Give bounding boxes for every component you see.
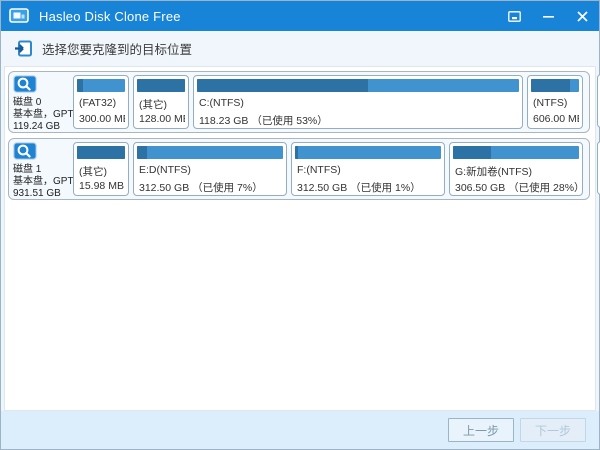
menu-icon [508, 11, 521, 22]
partition-box[interactable]: G:新加卷(NTFS) 306.50 GB （已使用 28%） [449, 142, 583, 196]
partition-label: (FAT32) [79, 97, 116, 109]
partition-usage-bar [453, 146, 579, 159]
partition-used-bar [295, 146, 298, 159]
partition-usage-bar [137, 79, 185, 92]
partition-used-bar [77, 79, 83, 92]
disk-size: 119.24 GB [13, 121, 73, 133]
partition-list: (其它) 15.98 MB E:D(NTFS) 312.50 GB （已使用 7… [73, 139, 583, 199]
disk-list: 磁盘 0 基本盘，GPT 119.24 GB (FAT32) 300.00 MB… [7, 71, 600, 205]
disk-row-wrap: 磁盘 0 基本盘，GPT 119.24 GB (FAT32) 300.00 MB… [7, 71, 600, 134]
partition-used-bar [77, 146, 125, 159]
disk-size: 931.51 GB [13, 188, 73, 200]
close-icon [577, 11, 588, 22]
disk-row-wrap: 磁盘 1 基本盘，GPT 931.51 GB (其它) 15.98 MB E:D… [7, 138, 600, 201]
partition-usage-bar [137, 146, 283, 159]
partition-label: C:(NTFS) [199, 97, 244, 109]
partition-box[interactable]: C:(NTFS) 118.23 GB （已使用 53%） [193, 75, 523, 129]
partition-size: 312.50 GB （已使用 1%） [297, 180, 421, 195]
partition-label: (NTFS) [533, 97, 567, 109]
minimize-icon [543, 11, 554, 22]
step-header: 选择您要克隆到的目标位置 [1, 31, 599, 66]
partition-size: 15.98 MB [79, 180, 124, 192]
partition-label: E:D(NTFS) [139, 164, 191, 176]
partition-label: (其它) [139, 97, 167, 112]
disk-row[interactable]: 磁盘 1 基本盘，GPT 931.51 GB (其它) 15.98 MB E:D… [8, 138, 590, 200]
disk-name: 磁盘 0 [13, 97, 73, 109]
partition-box[interactable]: (FAT32) 300.00 MB ... [73, 75, 129, 129]
target-location-icon [15, 40, 32, 57]
partition-size: 606.00 MB ... [533, 113, 579, 125]
partition-box[interactable]: (NTFS) 606.00 MB ... [527, 75, 583, 129]
disk-row[interactable]: 磁盘 0 基本盘，GPT 119.24 GB (FAT32) 300.00 MB… [8, 71, 590, 133]
main-panel: 磁盘 0 基本盘，GPT 119.24 GB (FAT32) 300.00 MB… [4, 66, 596, 411]
disk-info: 磁盘 1 基本盘，GPT 931.51 GB [9, 139, 73, 199]
partition-size: 306.50 GB （已使用 28%） [455, 180, 579, 195]
footer-bar: 上一步 下一步 [1, 411, 599, 449]
partition-box[interactable]: (其它) 128.00 MB [133, 75, 189, 129]
partition-size: 118.23 GB （已使用 53%） [199, 113, 328, 128]
partition-used-bar [197, 79, 368, 92]
app-icon [9, 8, 29, 24]
partition-box[interactable]: E:D(NTFS) 312.50 GB （已使用 7%） [133, 142, 287, 196]
partition-label: F:(NTFS) [297, 164, 341, 176]
partition-usage-bar [531, 79, 579, 92]
partition-usage-bar [295, 146, 441, 159]
disk-name: 磁盘 1 [13, 164, 73, 176]
partition-usage-bar [197, 79, 519, 92]
partition-used-bar [137, 79, 185, 92]
partition-size: 128.00 MB [139, 113, 185, 125]
partition-usage-bar [77, 79, 125, 92]
partition-size: 312.50 GB （已使用 7%） [139, 180, 263, 195]
partition-list: (FAT32) 300.00 MB ... (其它) 128.00 MB C:(… [73, 72, 583, 132]
title-bar: Hasleo Disk Clone Free [1, 1, 599, 31]
next-button[interactable]: 下一步 [520, 418, 586, 442]
menu-button[interactable] [497, 1, 531, 31]
partition-used-bar [531, 79, 570, 92]
partition-box[interactable]: (其它) 15.98 MB [73, 142, 129, 196]
disk-info: 磁盘 0 基本盘，GPT 119.24 GB [9, 72, 73, 132]
disk-icon [13, 75, 37, 93]
partition-used-bar [137, 146, 147, 159]
disk-type: 基本盘，GPT [13, 109, 73, 121]
step-title: 选择您要克隆到的目标位置 [42, 39, 192, 58]
minimize-button[interactable] [531, 1, 565, 31]
back-button[interactable]: 上一步 [448, 418, 514, 442]
close-button[interactable] [565, 1, 599, 31]
partition-usage-bar [77, 146, 125, 159]
partition-size: 300.00 MB ... [79, 113, 125, 125]
disk-type: 基本盘，GPT [13, 176, 73, 188]
partition-box[interactable]: F:(NTFS) 312.50 GB （已使用 1%） [291, 142, 445, 196]
partition-label: (其它) [79, 164, 107, 179]
window-title: Hasleo Disk Clone Free [39, 9, 181, 24]
partition-used-bar [453, 146, 491, 159]
partition-label: G:新加卷(NTFS) [455, 164, 532, 179]
disk-icon [13, 142, 37, 160]
